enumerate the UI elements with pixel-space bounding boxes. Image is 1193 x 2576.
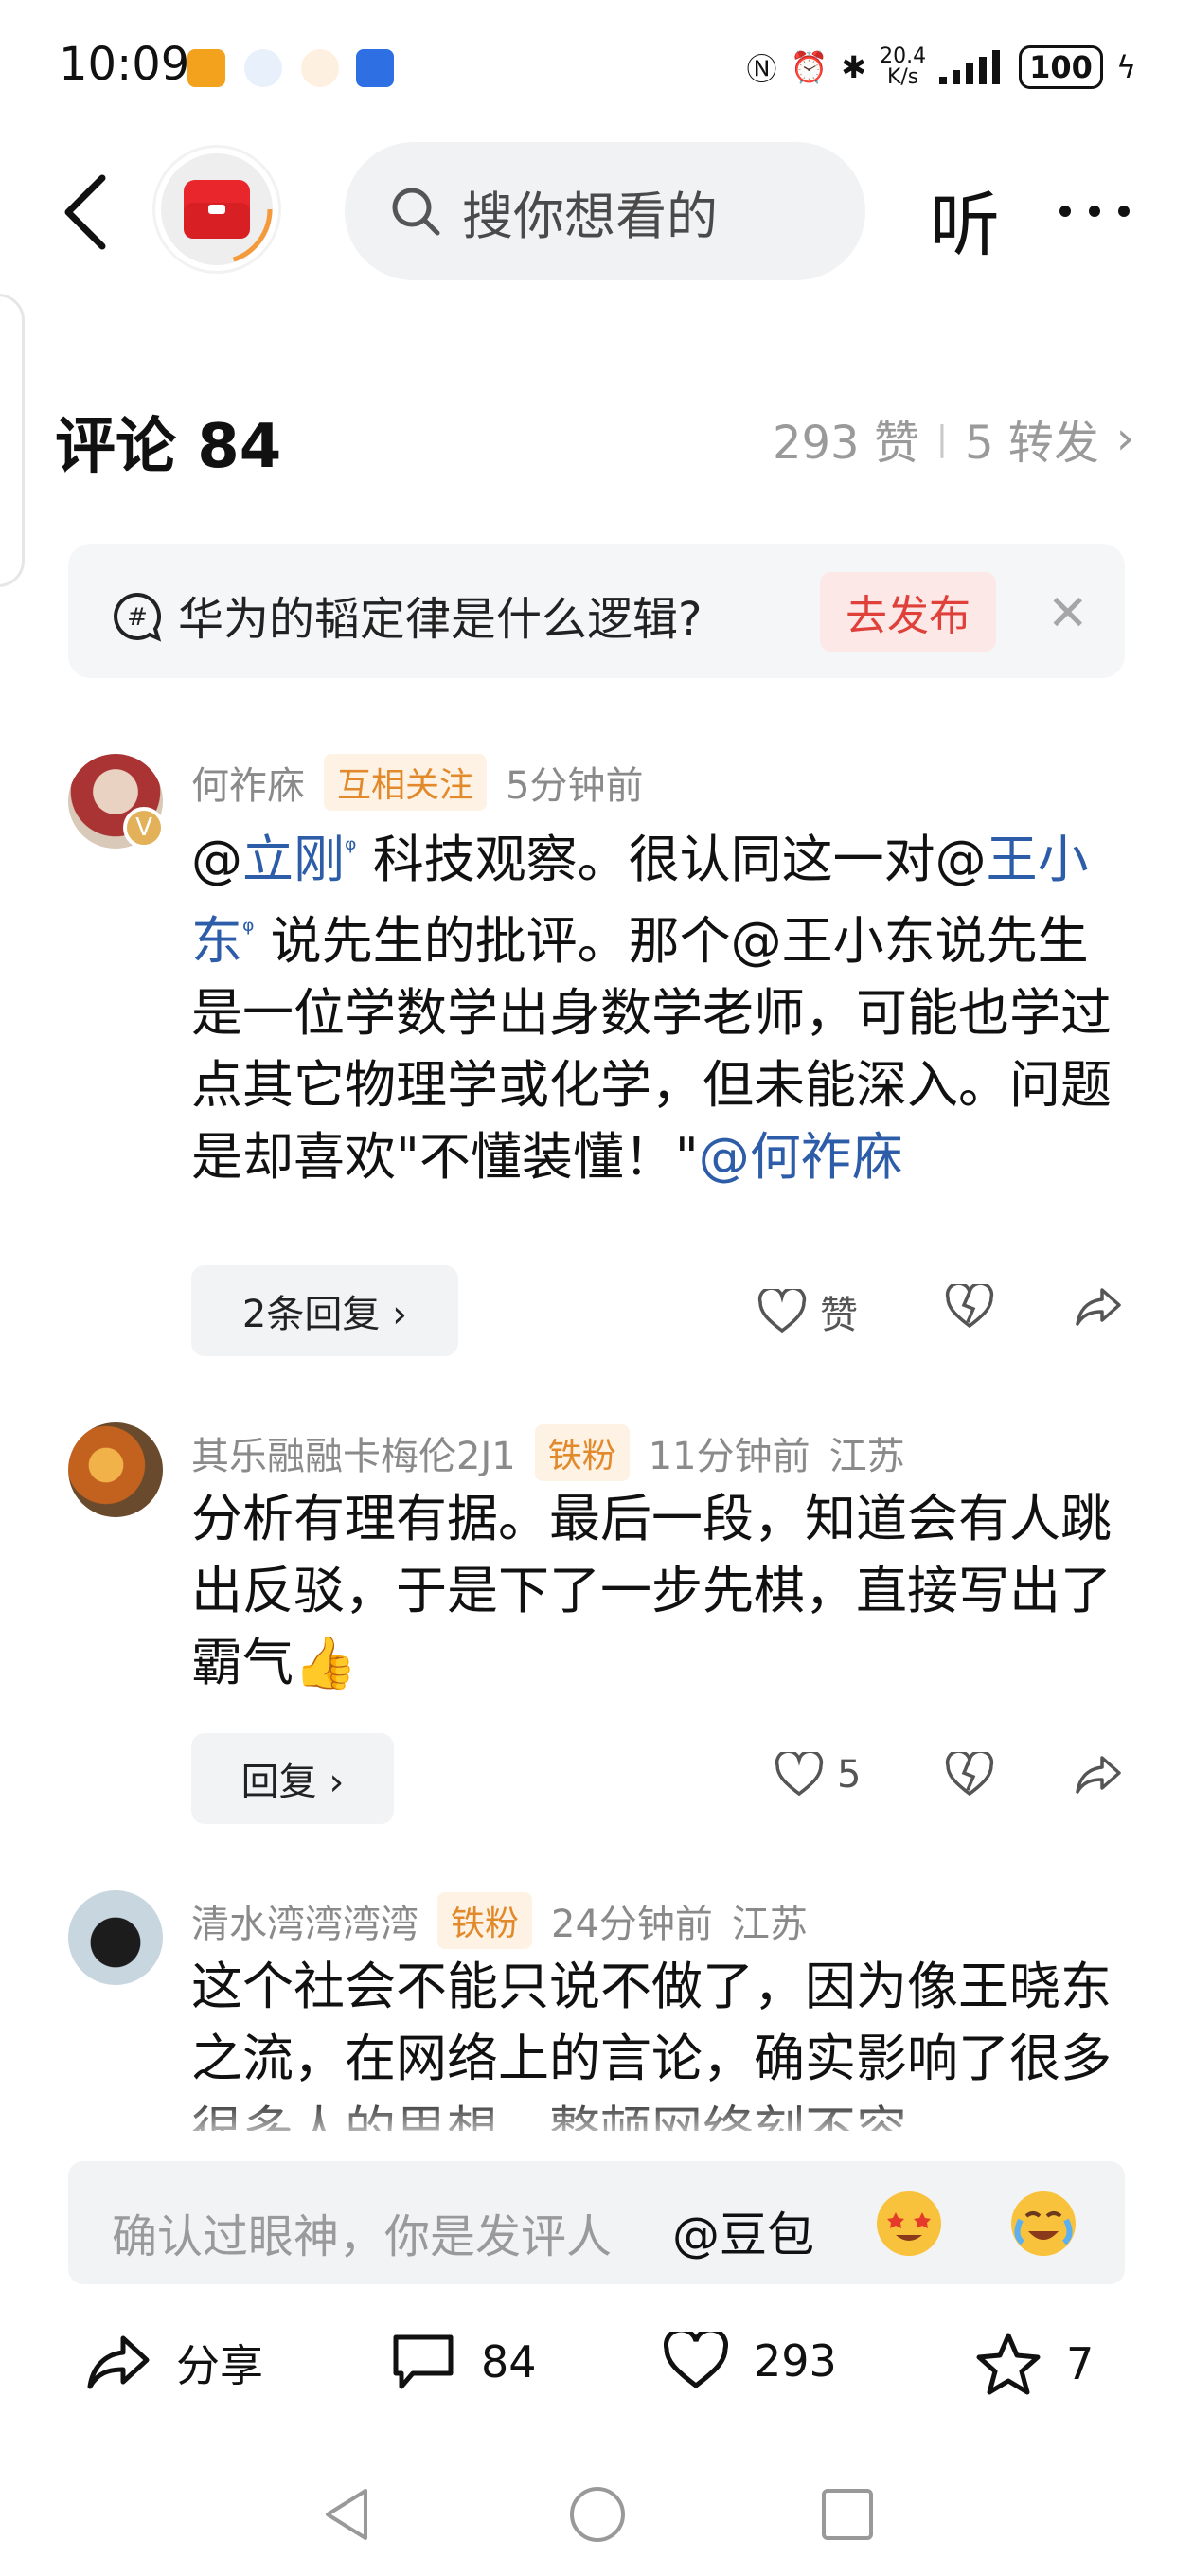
- star-eyes-emoji-icon[interactable]: [873, 2188, 945, 2260]
- comment-placeholder: 确认过眼神，你是发评人: [112, 2210, 613, 2263]
- comment-time: 5分钟前: [506, 764, 644, 808]
- back-arrow-icon: [64, 174, 106, 250]
- broken-heart-icon: [945, 1752, 994, 1797]
- status-right: Ⓝ ⏰ ✱ 20.4 K/s 100 ϟ: [746, 45, 1136, 89]
- account-avatar[interactable]: [155, 148, 278, 271]
- search-placeholder: 搜你想看的: [462, 186, 718, 246]
- replies-button[interactable]: 2条回复 ›: [191, 1265, 458, 1356]
- share-arrow-icon: [1076, 1288, 1121, 1326]
- comment-meta: 何祚庥 互相关注 5分钟前: [191, 754, 643, 811]
- listen-button[interactable]: 听: [930, 169, 1000, 270]
- nfc-icon: Ⓝ: [746, 51, 777, 87]
- verified-badge-icon: V: [123, 807, 165, 849]
- shopping-app-icon: [301, 49, 339, 87]
- thumbs-up-icon: 👍: [294, 1633, 358, 1692]
- comment-author[interactable]: 何祚庥: [191, 755, 305, 810]
- back-button[interactable]: [59, 172, 112, 252]
- net-speed: 20.4 K/s: [880, 45, 927, 89]
- like-label: 赞: [820, 1294, 858, 1337]
- system-home-button[interactable]: [568, 2485, 627, 2544]
- mention-link[interactable]: 立刚: [242, 830, 345, 889]
- comment-meta: 其乐融融卡梅伦2J1 铁粉 11分钟前 江苏: [191, 1424, 905, 1481]
- comment-time: 11分钟前: [648, 1435, 810, 1478]
- mention-doubao-button[interactable]: @豆包: [672, 2197, 814, 2265]
- status-badge: 互相关注: [324, 754, 488, 811]
- alarm-icon: ⏰: [790, 49, 828, 85]
- system-back-button[interactable]: [320, 2485, 371, 2544]
- publish-button[interactable]: 去发布: [820, 572, 996, 652]
- like-count: 293: [754, 2335, 837, 2387]
- comment-text: @立刚ᵠ 科技观察。很认同这一对@王小东ᵠ 说先生的批评。那个@王小东说先生是一…: [191, 830, 1112, 1187]
- search-small-icon: ᵠ: [242, 915, 255, 948]
- comment-location: 江苏: [731, 1903, 808, 1946]
- share-button[interactable]: 分享: [85, 2332, 263, 2394]
- svg-text:#: #: [127, 603, 148, 632]
- system-recents-button[interactable]: [820, 2487, 875, 2542]
- side-edge-handle[interactable]: [0, 294, 25, 587]
- close-icon[interactable]: ✕: [1047, 585, 1089, 642]
- reply-button[interactable]: 回复 ›: [191, 1733, 394, 1824]
- dislike-button[interactable]: [945, 1752, 994, 1798]
- status-badge: 铁粉: [534, 1424, 630, 1481]
- comment-bubble-icon: [393, 2334, 454, 2389]
- comment-location: 江苏: [828, 1435, 905, 1478]
- mention-link[interactable]: @何祚庥: [699, 1127, 903, 1187]
- share-comment-button[interactable]: [1074, 1286, 1123, 1328]
- status-badge: 铁粉: [437, 1892, 533, 1949]
- comments-button[interactable]: 84: [390, 2332, 537, 2392]
- avatar[interactable]: [68, 1890, 163, 1985]
- comment-text: 分析有理有据。最后一段，知道会有人跳出反驳，于是下了一步先棋，直接写出了霸气👍: [191, 1489, 1112, 1692]
- more-dots-icon: [1059, 206, 1130, 217]
- like-button[interactable]: 5: [775, 1752, 861, 1798]
- like-count: 5: [837, 1753, 862, 1797]
- triangle-back-icon: [326, 2489, 367, 2540]
- scroll-fade: [0, 2093, 1193, 2150]
- heart-icon: [775, 1752, 824, 1797]
- topic-hashtag-icon: #: [112, 591, 163, 642]
- comment-time: 24分钟前: [551, 1903, 713, 1946]
- heart-icon: [757, 1289, 807, 1333]
- search-icon: [392, 188, 440, 236]
- circle-home-icon: [570, 2487, 625, 2542]
- star-icon: [976, 2333, 1041, 2395]
- share-comment-button[interactable]: [1074, 1754, 1123, 1796]
- red-envelope-icon: [161, 153, 273, 265]
- battery-indicator: 100: [1019, 45, 1103, 89]
- comment-author[interactable]: 清水湾湾湾湾: [191, 1893, 418, 1948]
- comments-title: 评论 84: [55, 412, 282, 482]
- charging-icon: ϟ: [1115, 49, 1136, 85]
- avatar[interactable]: [68, 1422, 163, 1517]
- bluetooth-icon: ✱: [841, 49, 867, 85]
- comment-meta: 清水湾湾湾湾 铁粉 24分钟前 江苏: [191, 1892, 808, 1949]
- robot-app-icon: [244, 49, 282, 87]
- like-button[interactable]: 赞: [757, 1284, 858, 1339]
- signal-icon: [939, 50, 1006, 84]
- comment-count: 84: [481, 2336, 537, 2388]
- share-arrow-icon: [1076, 1756, 1121, 1794]
- app-notification-icon: [187, 49, 225, 87]
- like-article-button[interactable]: 293: [663, 2332, 837, 2390]
- search-box[interactable]: 搜你想看的: [345, 142, 865, 280]
- status-time: 10:09: [59, 38, 190, 91]
- dislike-button[interactable]: [945, 1284, 994, 1330]
- more-button[interactable]: [1059, 205, 1131, 218]
- heart-icon: [664, 2332, 728, 2389]
- crying-laugh-emoji-icon[interactable]: [1007, 2188, 1079, 2260]
- favorite-button[interactable]: 7: [975, 2332, 1094, 2396]
- chevron-right-icon: ›: [1115, 412, 1134, 465]
- shares-count: 5 转发: [964, 417, 1099, 470]
- stats-separator: |: [935, 419, 948, 458]
- square-recents-icon: [822, 2489, 873, 2540]
- share-label: 分享: [176, 2340, 263, 2391]
- broken-heart-icon: [945, 1284, 994, 1329]
- topic-question: 华为的韬定律是什么逻辑?: [178, 593, 703, 646]
- likes-count: 293 赞: [772, 417, 919, 470]
- share-arrow-icon: [87, 2335, 150, 2389]
- blue-app-icon: [356, 49, 394, 87]
- search-small-icon: ᵠ: [345, 833, 357, 867]
- star-count: 7: [1066, 2338, 1095, 2389]
- comment-author[interactable]: 其乐融融卡梅伦2J1: [191, 1425, 516, 1480]
- comments-stats[interactable]: 293 赞 | 5 转发 ›: [773, 405, 1134, 472]
